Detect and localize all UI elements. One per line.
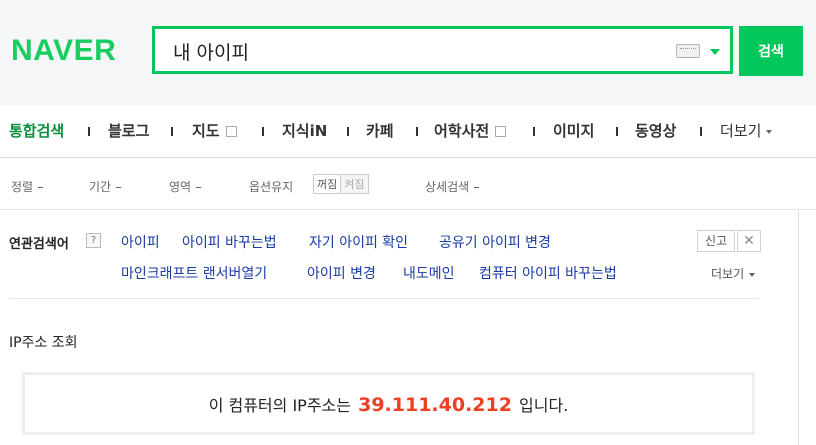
related-keyword[interactable]: 아이피	[121, 232, 160, 252]
content-divider	[798, 210, 799, 445]
ip-address-value: 39.111.40.212	[358, 394, 512, 416]
tab-integrated[interactable]: 통합검색	[9, 120, 64, 141]
sort-option[interactable]: 정렬	[11, 178, 44, 195]
close-icon[interactable]: ✕	[737, 230, 761, 252]
dropdown-dash-icon	[116, 187, 122, 188]
tab-separator	[416, 127, 418, 136]
tab-more[interactable]: 더보기	[720, 120, 773, 141]
related-keyword[interactable]: 자기 아이피 확인	[309, 232, 408, 252]
detail-search-option[interactable]: 상세검색	[425, 178, 480, 195]
ip-prefix-text: 이 컴퓨터의 IP주소는	[208, 396, 351, 415]
related-keywords-title: 연관검색어	[9, 237, 69, 252]
related-more-button[interactable]: 더보기	[711, 265, 756, 282]
tab-separator	[700, 127, 702, 136]
dictionary-window-icon	[495, 126, 507, 137]
tab-cafe[interactable]: 카페	[366, 120, 394, 141]
search-options: 정렬 기간 영역 옵션유지 꺼짐 켜짐 상세검색	[0, 158, 816, 210]
toggle-off[interactable]: 꺼짐	[314, 175, 342, 193]
tab-separator	[171, 127, 173, 136]
area-option[interactable]: 영역	[169, 178, 202, 195]
sort-label: 정렬	[11, 180, 34, 194]
dropdown-dash-icon	[474, 187, 480, 188]
tab-separator	[616, 127, 618, 136]
related-keyword[interactable]: 아이피 바꾸는법	[182, 232, 277, 252]
search-header: NAVER 검색	[0, 0, 816, 105]
related-keyword[interactable]: 아이피 변경	[307, 263, 376, 283]
tab-separator	[533, 127, 535, 136]
search-box[interactable]	[152, 26, 733, 74]
section-divider	[9, 298, 759, 299]
autocomplete-arrow-icon[interactable]	[710, 49, 720, 55]
naver-logo[interactable]: NAVER	[11, 34, 116, 68]
tab-more-label: 더보기	[720, 122, 762, 140]
help-icon[interactable]: ?	[86, 233, 101, 248]
report-button[interactable]: 신고	[697, 230, 735, 252]
chevron-down-icon	[766, 129, 773, 134]
search-button[interactable]: 검색	[739, 26, 803, 76]
detail-search-label: 상세검색	[425, 180, 470, 194]
search-input[interactable]	[171, 37, 655, 65]
keyboard-icon[interactable]	[676, 44, 700, 58]
tab-separator	[347, 127, 349, 136]
tab-separator	[262, 127, 264, 136]
keep-options-toggle[interactable]: 꺼짐 켜짐	[313, 174, 369, 194]
tab-blog[interactable]: 블로그	[108, 120, 149, 141]
chevron-down-icon	[749, 272, 756, 277]
search-tabs: 통합검색 블로그 지도 지식iN 카페 어학사전 이미지 동영상 더보기	[0, 105, 816, 158]
tab-map[interactable]: 지도	[192, 120, 237, 141]
dropdown-dash-icon	[196, 187, 202, 188]
related-more-label: 더보기	[711, 267, 745, 281]
period-option[interactable]: 기간	[89, 178, 122, 195]
tab-video[interactable]: 동영상	[635, 120, 676, 141]
ip-suffix-text: 입니다.	[519, 396, 569, 415]
tab-dictionary[interactable]: 어학사전	[434, 120, 507, 141]
related-keyword[interactable]: 내도메인	[403, 263, 455, 283]
ip-lookup-title: IP주소 조회	[9, 335, 78, 351]
toggle-on[interactable]: 켜짐	[341, 175, 368, 193]
ip-result-line: 이 컴퓨터의 IP주소는 39.111.40.212 입니다.	[25, 392, 752, 416]
tab-map-label: 지도	[192, 122, 220, 140]
dropdown-dash-icon	[38, 187, 44, 188]
area-label: 영역	[169, 180, 192, 194]
tab-dictionary-label: 어학사전	[434, 122, 490, 140]
map-window-icon	[225, 126, 237, 137]
related-keyword[interactable]: 컴퓨터 아이피 바꾸는법	[479, 263, 617, 283]
ip-result-box: 이 컴퓨터의 IP주소는 39.111.40.212 입니다.	[22, 372, 755, 435]
tab-kin[interactable]: 지식iN	[282, 120, 327, 141]
tab-separator	[88, 127, 90, 136]
keep-options-label: 옵션유지	[249, 180, 294, 194]
related-keyword[interactable]: 공유기 아이피 변경	[439, 232, 551, 252]
period-label: 기간	[89, 180, 112, 194]
related-keyword[interactable]: 마인크래프트 랜서버열기	[121, 263, 267, 283]
tab-image[interactable]: 이미지	[553, 120, 594, 141]
